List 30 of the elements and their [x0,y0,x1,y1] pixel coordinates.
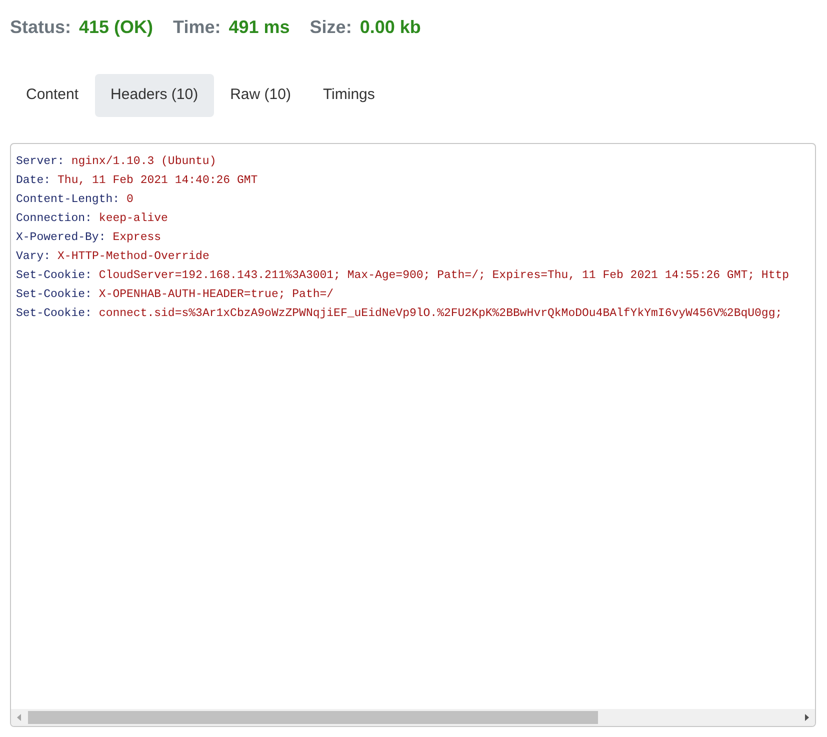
header-name: X-Powered-By: [16,230,106,246]
header-value: Thu, 11 Feb 2021 14:40:26 GMT [58,172,258,188]
summary-value: 0.00 kb [360,16,421,39]
header-name: Date: [16,172,51,188]
summary-value: 491 ms [228,16,290,39]
summary-label: Time: [173,16,221,39]
tab[interactable]: Content [10,74,95,116]
summary-label: Status: [10,16,72,39]
scrollbar-thumb[interactable] [28,710,598,724]
header-value: X-HTTP-Method-Override [58,248,210,264]
header-value: CloudServer=192.168.143.211%3A3001; Max-Age=900; Path=/; Expires=Thu, 11 Feb 2021 14:55:26 GMT; Http [98,268,790,284]
header-value: connect.sid=s%3Ar1xCbzA9oWzZPWNqjiEF_uEidNeVp9lO.%2FU2KpK%2BBwHvrQkMoDOu4BAlfYkYmI6vyW456V%2BqU0gg; [98,306,782,322]
header-value: 0 [126,192,134,208]
tab[interactable]: Headers (10) [94,74,214,116]
tab[interactable]: Timings [306,74,391,116]
header-name: Vary: [16,248,51,264]
header-name: Set-Cookie: [16,306,92,322]
header-name: Set-Cookie: [16,286,92,302]
summary-value: 415 (OK) [79,16,154,39]
header-name: Server: [16,154,64,170]
header-value: nginx/1.10.3 (Ubuntu) [71,154,216,170]
header-value: Express [112,230,162,246]
header-name: Connection: [16,210,92,226]
header-name: Content-Length: [16,192,120,208]
summary-label: Size: [310,16,352,39]
tab[interactable]: Raw (10) [214,74,307,116]
header-value: keep-alive [98,210,168,226]
header-name: Set-Cookie: [16,268,92,284]
header-value: X-OPENHAB-AUTH-HEADER=true; Path=/ [98,286,334,302]
horizontal-scrollbar[interactable] [11,708,815,726]
